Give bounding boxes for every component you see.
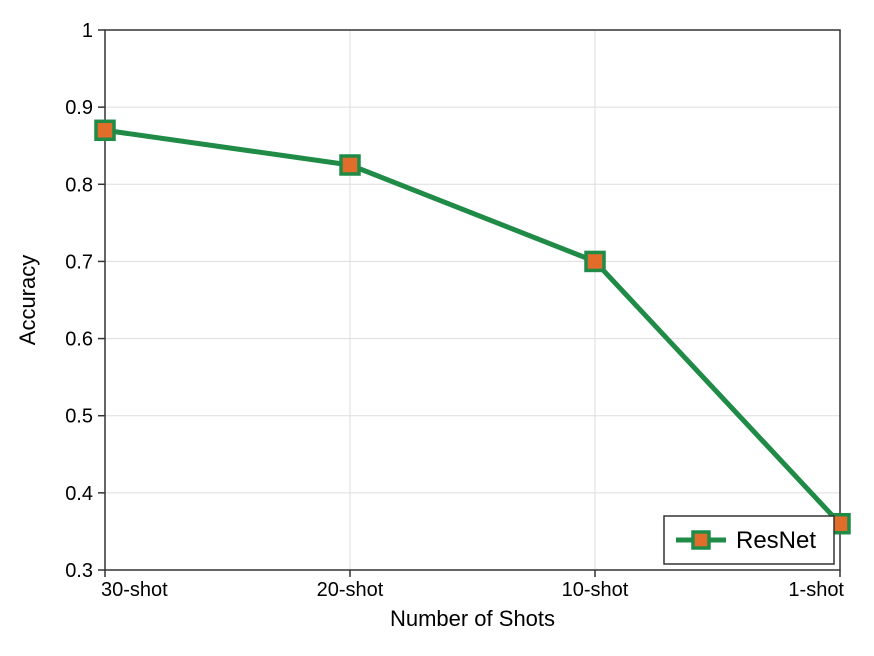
x-tick-label: 1-shot <box>788 579 844 601</box>
x-axis-label: Number of Shots <box>390 606 555 631</box>
y-tick-label: 0.3 <box>65 560 93 582</box>
y-axis-label: Accuracy <box>15 255 40 345</box>
x-tick-label: 30-shot <box>101 579 168 601</box>
data-marker <box>341 156 359 174</box>
y-tick-label: 0.6 <box>65 329 93 351</box>
chart-container: 0.3 0.4 0.5 0.6 0.7 0.8 0.9 1 30-shot 20-shot 10-s… <box>0 0 874 656</box>
line-chart: 0.3 0.4 0.5 0.6 0.7 0.8 0.9 1 30-shot 20-shot 10-s… <box>0 0 874 656</box>
data-marker <box>586 252 604 270</box>
x-tick-label: 20-shot <box>317 579 384 601</box>
legend-marker <box>693 532 709 548</box>
x-tick-label: 10-shot <box>562 579 629 601</box>
plot-area <box>105 30 840 570</box>
y-tick-label: 0.4 <box>65 483 93 505</box>
y-tick-label: 0.7 <box>65 251 93 273</box>
y-tick-label: 0.5 <box>65 406 93 428</box>
y-tick-label: 0.9 <box>65 97 93 119</box>
y-tick-label: 1 <box>82 20 93 42</box>
y-tick-label: 0.8 <box>65 174 93 196</box>
legend-label: ResNet <box>736 527 816 554</box>
data-marker <box>96 121 114 139</box>
